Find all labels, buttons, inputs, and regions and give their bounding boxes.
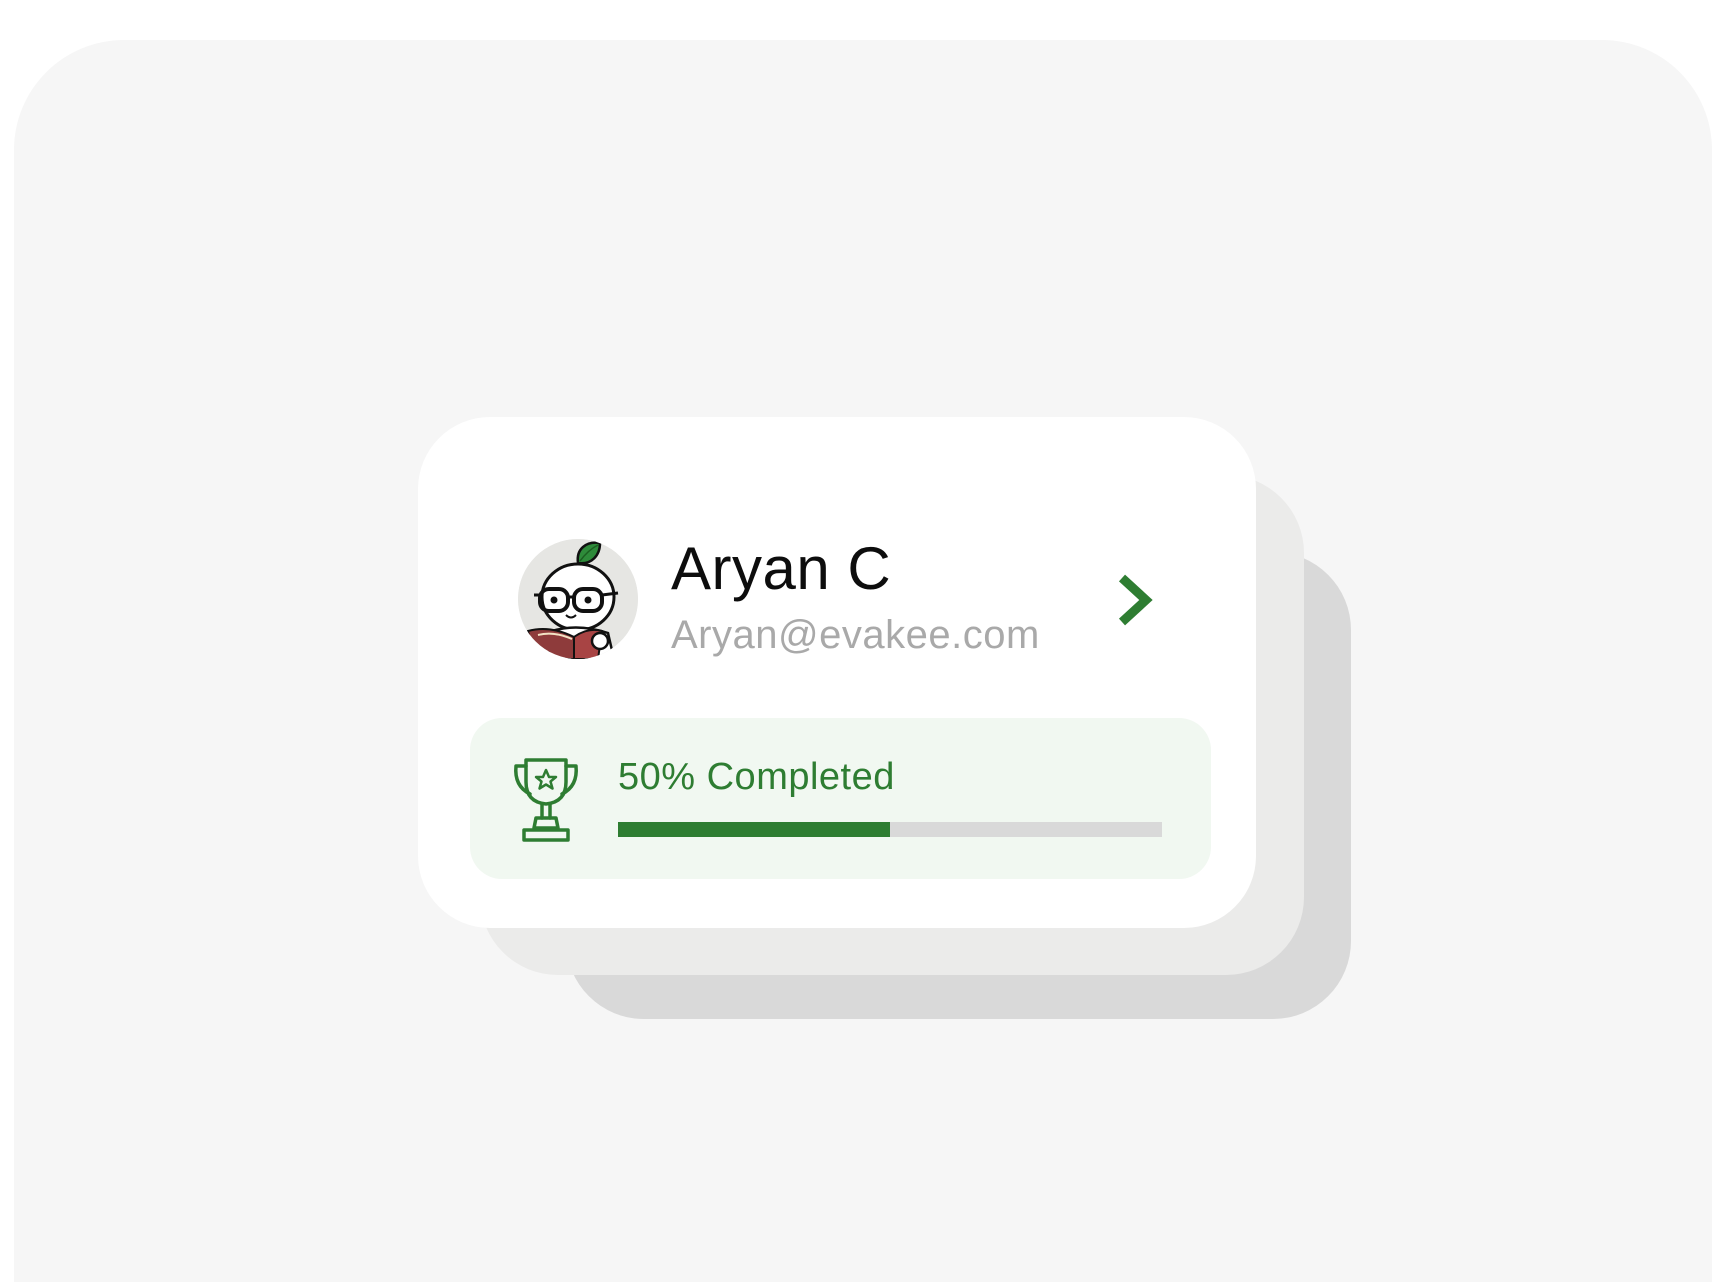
profile-name: Aryan C <box>671 535 892 602</box>
background-panel: Aryan C Aryan@evakee.com 50% Completed <box>14 40 1712 1282</box>
progress-bar <box>618 822 1162 837</box>
progress-section: 50% Completed <box>470 718 1211 879</box>
mascot-avatar-icon <box>518 539 638 659</box>
progress-bar-fill <box>618 822 890 837</box>
trophy-icon <box>512 756 580 844</box>
profile-card[interactable]: Aryan C Aryan@evakee.com 50% Completed <box>418 417 1256 928</box>
chevron-right-icon[interactable] <box>1110 572 1162 628</box>
progress-label: 50% Completed <box>618 756 895 798</box>
profile-email: Aryan@evakee.com <box>671 613 1040 657</box>
